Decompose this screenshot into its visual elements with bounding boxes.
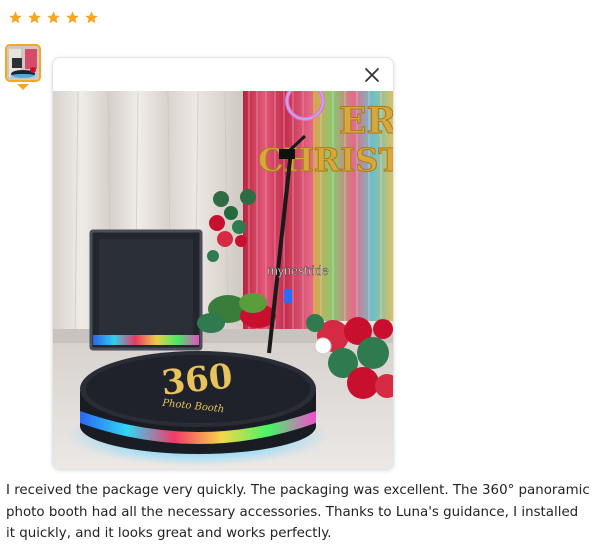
svg-text:CHRIST: CHRIST: [258, 141, 393, 179]
star-icon: [47, 11, 60, 24]
photo-preview-popup: ERR CHRIST: [52, 57, 394, 470]
star-icon: [28, 11, 41, 24]
platform-logo-text: 360: [160, 356, 235, 403]
review-text: I received the package very quickly. The…: [6, 483, 590, 541]
star-icon: [85, 11, 98, 24]
svg-text:ERR: ERR: [339, 100, 393, 142]
review-photo-thumbnail[interactable]: [5, 44, 41, 82]
watermark-text: mynestride: [267, 264, 328, 278]
rating-stars: [8, 10, 99, 25]
review-photo: ERR CHRIST: [53, 91, 393, 469]
thumbnail-pointer: [17, 84, 29, 90]
star-icon: [66, 11, 79, 24]
thumbnail-image: [7, 46, 39, 80]
star-icon: [9, 11, 22, 24]
close-icon[interactable]: [363, 66, 381, 84]
